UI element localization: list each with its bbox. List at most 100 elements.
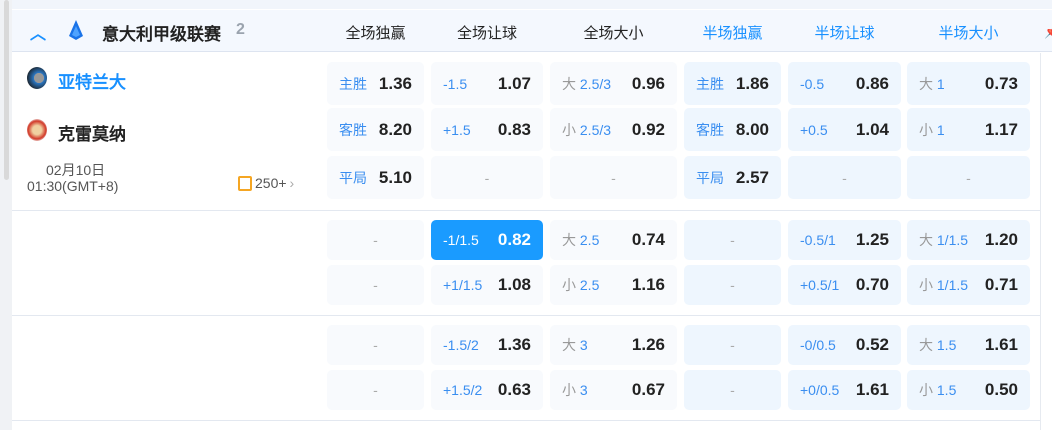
odds-cell[interactable]: 大 2.5/3 0.96 — [550, 62, 677, 105]
odds-label: +0.5/1 — [800, 277, 839, 293]
odds-cell[interactable]: -0.5 0.86 — [788, 62, 901, 105]
column-header: 全场大小 — [583, 25, 644, 42]
odds-cell[interactable]: 大 1/1.5 1.20 — [907, 220, 1030, 260]
odds-cell[interactable]: 客胜 8.20 — [327, 108, 424, 151]
odds-line: +1.5/2 — [443, 382, 483, 398]
empty-dash: - — [373, 277, 378, 293]
odds-cell-empty: - — [327, 325, 424, 365]
odds-cell[interactable]: 小 2.5 1.16 — [550, 265, 677, 305]
divider — [1040, 53, 1041, 430]
odds-prefix: 小 — [919, 121, 933, 138]
odds-line: +0/0.5 — [800, 382, 840, 398]
cremonese-logo — [27, 119, 47, 141]
odds-label: 大 3 — [562, 335, 588, 355]
odds-cell[interactable]: 客胜 8.00 — [684, 108, 781, 151]
empty-dash: - — [611, 169, 616, 186]
odds-cell[interactable]: 小 1 1.17 — [907, 108, 1030, 151]
odds-label: 大 1.5 — [919, 335, 956, 355]
odds-value: 1.20 — [984, 230, 1018, 249]
left-scrollbar[interactable] — [0, 0, 12, 430]
odds-cell[interactable]: 平局 2.57 — [684, 156, 781, 199]
odds-value: 0.86 — [855, 73, 889, 93]
odds-cell[interactable]: +1.5/2 0.63 — [431, 370, 543, 410]
odds-cell[interactable]: 主胜 1.36 — [327, 62, 424, 105]
odds-value: 8.00 — [735, 119, 769, 139]
odds-line: 1.5 — [936, 382, 957, 398]
odds-label: -1/1.5 — [443, 232, 479, 248]
odds-cell[interactable]: +1.5 0.83 — [431, 108, 543, 151]
odds-value: 8.20 — [378, 119, 412, 139]
odds-cell[interactable]: 小 1/1.5 0.71 — [907, 265, 1030, 305]
column-header: 全场让球 — [456, 25, 517, 42]
more-markets-link[interactable]: 250+ › — [238, 175, 294, 191]
odds-prefix: 小 — [562, 121, 576, 138]
home-team[interactable]: 亚特兰大 — [58, 68, 126, 93]
scrollbar-thumb[interactable] — [4, 0, 9, 180]
odds-cell[interactable]: 小 1.5 0.50 — [907, 370, 1030, 410]
odds-prefix: 大 — [919, 75, 933, 92]
empty-dash: - — [842, 169, 847, 186]
odds-line: 2.5/3 — [579, 75, 612, 92]
odds-value: 1.17 — [984, 119, 1018, 139]
odds-line: -1/1.5 — [443, 232, 479, 248]
odds-value: 0.96 — [631, 73, 665, 93]
odds-prefix: 大 — [562, 337, 576, 353]
odds-line: 1/1.5 — [936, 277, 969, 293]
odds-cell[interactable]: -1.5/2 1.36 — [431, 325, 543, 365]
odds-value: 1.61 — [984, 335, 1018, 354]
odds-cell[interactable]: +0.5 1.04 — [788, 108, 901, 151]
odds-label: 大 1/1.5 — [919, 230, 968, 250]
odds-label: 大 2.5/3 — [562, 74, 611, 94]
odds-value: 0.71 — [984, 275, 1018, 294]
markets-count: 250+ — [255, 175, 287, 191]
odds-line: 2.5 — [579, 232, 600, 248]
odds-cell-empty: - — [907, 156, 1030, 199]
odds-cell[interactable]: -0.5/1 1.25 — [788, 220, 901, 260]
odds-value: 2.57 — [735, 167, 769, 187]
odds-line: 客胜 — [696, 121, 724, 138]
odds-cell[interactable]: +0.5/1 0.70 — [788, 265, 901, 305]
odds-line: +1.5 — [443, 121, 471, 138]
odds-cell[interactable]: +0/0.5 1.61 — [788, 370, 901, 410]
odds-label: -0.5 — [800, 76, 824, 92]
odds-line: 1.5 — [936, 337, 957, 353]
odds-cell[interactable]: +1/1.5 1.08 — [431, 265, 543, 305]
odds-label: 客胜 — [696, 120, 724, 140]
odds-cell-empty: - — [684, 220, 781, 260]
odds-value: 0.67 — [631, 380, 665, 399]
odds-cell-empty: - — [788, 156, 901, 199]
odds-cell[interactable]: 小 3 0.67 — [550, 370, 677, 410]
odds-line: +0.5/1 — [800, 277, 840, 293]
odds-line: 1 — [936, 121, 945, 138]
odds-cell[interactable]: 主胜 1.86 — [684, 62, 781, 105]
odds-label: +1/1.5 — [443, 277, 482, 293]
odds-cell[interactable]: 大 1 0.73 — [907, 62, 1030, 105]
away-team[interactable]: 克雷莫纳 — [58, 120, 126, 145]
markets-icon — [238, 175, 252, 191]
odds-cell[interactable]: 大 2.5 0.74 — [550, 220, 677, 260]
odds-label: +0/0.5 — [800, 382, 839, 398]
odds-cell[interactable]: 小 2.5/3 0.92 — [550, 108, 677, 151]
odds-cell[interactable]: 大 3 1.26 — [550, 325, 677, 365]
chevron-up-icon[interactable]: ︿ — [28, 20, 48, 43]
odds-cell[interactable]: 大 1.5 1.61 — [907, 325, 1030, 365]
odds-label: 小 3 — [562, 380, 588, 400]
odds-cell-empty: - — [327, 220, 424, 260]
odds-label: 主胜 — [696, 74, 724, 94]
league-match-count: 2 — [236, 21, 245, 38]
odds-line: 3 — [579, 382, 588, 398]
odds-value: 0.52 — [855, 335, 889, 354]
odds-value: 1.61 — [855, 380, 889, 399]
odds-cell[interactable]: -1/1.5 0.82 — [431, 220, 543, 260]
odds-line: 3 — [579, 337, 588, 353]
pin-icon[interactable]: 📌 — [1044, 24, 1052, 40]
league-name: 意大利甲级联赛 — [102, 25, 221, 44]
odds-cell[interactable]: -1.5 1.07 — [431, 62, 543, 105]
odds-line: 2.5/3 — [579, 121, 612, 138]
odds-cell-empty: - — [327, 370, 424, 410]
odds-prefix: 小 — [919, 382, 933, 398]
odds-cell[interactable]: -0/0.5 0.52 — [788, 325, 901, 365]
odds-cell[interactable]: 平局 5.10 — [327, 156, 424, 199]
odds-value: 0.83 — [497, 119, 531, 139]
odds-line: 客胜 — [339, 121, 367, 138]
